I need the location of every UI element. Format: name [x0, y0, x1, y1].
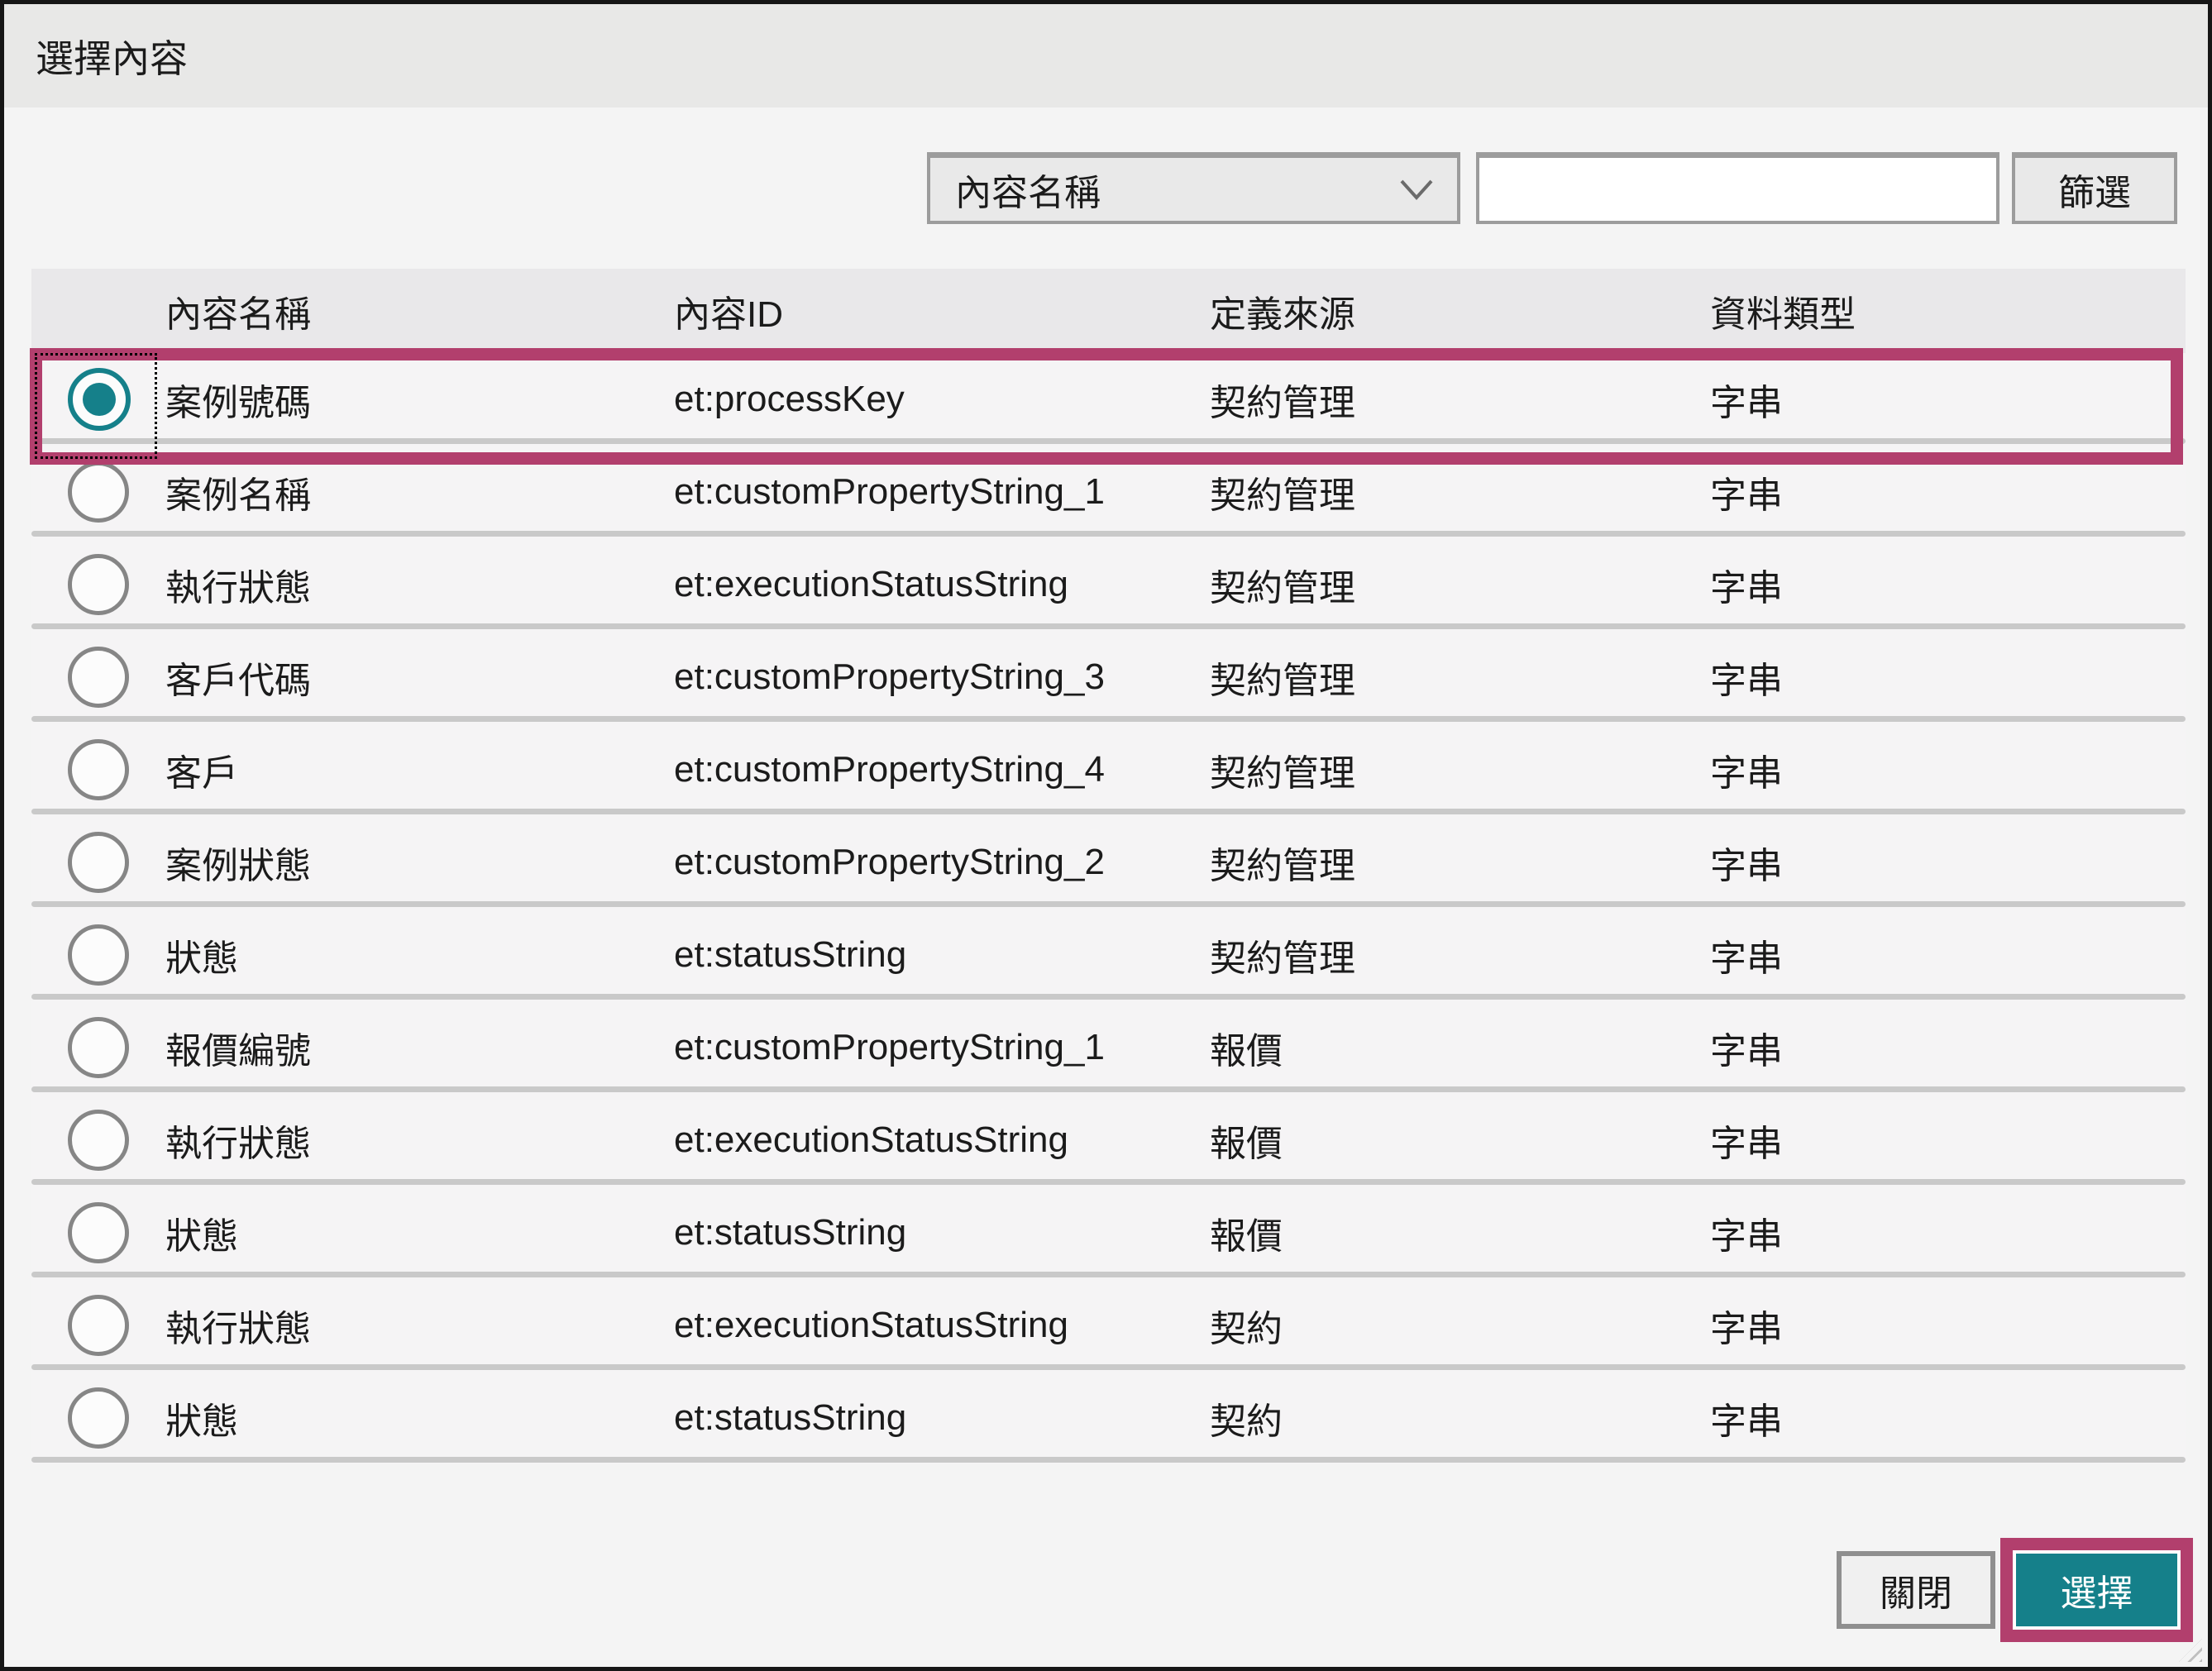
row-cell-source: 契約: [1210, 1392, 1710, 1444]
column-header-type: 資料類型: [1710, 284, 2186, 337]
select-button[interactable]: 選擇: [2016, 1554, 2177, 1626]
column-header-name: 內容名稱: [165, 284, 674, 337]
row-cell-id: et:customPropertyString_1: [674, 1027, 1210, 1068]
filter-button[interactable]: 篩選: [2012, 152, 2177, 224]
row-cell-type: 字串: [1710, 929, 2186, 981]
row-cell-source: 契約管理: [1210, 651, 1710, 704]
table-header-row: 內容名稱 內容ID 定義來源 資料類型: [31, 269, 2186, 353]
row-cell-name: 案例名稱: [165, 465, 674, 518]
row-cell-source: 契約管理: [1210, 373, 1710, 426]
table-body: 案例號碼 et:processKey 契約管理 字串 案例名稱 et:custo…: [31, 353, 2186, 1464]
row-cell-type: 字串: [1710, 558, 2186, 611]
table-row[interactable]: 客戶 et:customPropertyString_4 契約管理 字串: [31, 723, 2186, 816]
row-cell-id: et:customPropertyString_4: [674, 749, 1210, 790]
row-cell-name: 報價編號: [165, 1021, 674, 1074]
row-cell-type: 字串: [1710, 743, 2186, 796]
table-row[interactable]: 案例狀態 et:customPropertyString_2 契約管理 字串: [31, 816, 2186, 909]
resize-grip[interactable]: [2179, 1639, 2202, 1662]
dialog-titlebar: 選擇內容: [4, 4, 2208, 107]
table-row[interactable]: 狀態 et:statusString 報價 字串: [31, 1186, 2186, 1279]
content-table: 內容名稱 內容ID 定義來源 資料類型 案例號碼 et:processKey 契…: [31, 269, 2186, 1464]
table-row[interactable]: 報價編號 et:customPropertyString_1 報價 字串: [31, 1001, 2186, 1094]
row-cell-name: 狀態: [165, 929, 674, 981]
select-content-dialog: 選擇內容 內容名稱 篩選 內容名稱 內容ID 定義來源 資料類型 案例號碼 et…: [0, 0, 2212, 1671]
row-cell-source: 契約管理: [1210, 836, 1710, 889]
row-radio[interactable]: [68, 1387, 129, 1449]
filter-field-dropdown[interactable]: 內容名稱: [927, 152, 1460, 224]
row-cell-name: 執行狀態: [165, 1114, 674, 1167]
page-title: 選擇內容: [36, 29, 188, 84]
row-cell-name: 案例狀態: [165, 836, 674, 889]
table-row[interactable]: 執行狀態 et:executionStatusString 契約管理 字串: [31, 538, 2186, 631]
row-cell-id: et:customPropertyString_2: [674, 842, 1210, 883]
row-cell-name: 狀態: [165, 1206, 674, 1259]
row-cell-type: 字串: [1710, 373, 2186, 426]
row-radio[interactable]: [68, 1295, 129, 1356]
select-button-annotation: 選擇: [2000, 1538, 2193, 1642]
row-radio[interactable]: [68, 1017, 129, 1078]
row-cell-type: 字串: [1710, 1392, 2186, 1444]
row-cell-source: 報價: [1210, 1206, 1710, 1259]
table-row[interactable]: 執行狀態 et:executionStatusString 契約 字串: [31, 1279, 2186, 1372]
table-row[interactable]: 客戶代碼 et:customPropertyString_3 契約管理 字串: [31, 631, 2186, 723]
row-cell-source: 契約: [1210, 1299, 1710, 1352]
row-radio[interactable]: [68, 461, 129, 523]
row-cell-name: 客戶: [165, 743, 674, 796]
row-cell-source: 契約管理: [1210, 929, 1710, 981]
row-cell-type: 字串: [1710, 1299, 2186, 1352]
row-cell-type: 字串: [1710, 465, 2186, 518]
row-radio[interactable]: [68, 368, 131, 431]
row-cell-id: et:executionStatusString: [674, 1120, 1210, 1161]
row-cell-name: 案例號碼: [165, 373, 674, 426]
row-radio[interactable]: [68, 647, 129, 708]
table-row[interactable]: 案例號碼 et:processKey 契約管理 字串: [31, 353, 2186, 446]
row-cell-type: 字串: [1710, 836, 2186, 889]
row-radio[interactable]: [68, 739, 129, 800]
close-button[interactable]: 關閉: [1837, 1551, 1995, 1629]
column-header-id: 內容ID: [674, 284, 1210, 337]
table-row[interactable]: 執行狀態 et:executionStatusString 報價 字串: [31, 1094, 2186, 1186]
filter-value-input[interactable]: [1476, 152, 1999, 224]
row-cell-source: 報價: [1210, 1114, 1710, 1167]
table-row[interactable]: 案例名稱 et:customPropertyString_1 契約管理 字串: [31, 446, 2186, 538]
row-cell-source: 契約管理: [1210, 465, 1710, 518]
row-cell-id: et:customPropertyString_1: [674, 471, 1210, 513]
table-row[interactable]: 狀態 et:statusString 契約 字串: [31, 1372, 2186, 1464]
row-cell-source: 報價: [1210, 1021, 1710, 1074]
row-cell-id: et:statusString: [674, 1397, 1210, 1439]
row-cell-id: et:executionStatusString: [674, 564, 1210, 605]
row-radio[interactable]: [68, 1110, 129, 1171]
filter-field-selected-value: 內容名稱: [955, 163, 1101, 216]
row-cell-name: 執行狀態: [165, 558, 674, 611]
row-cell-type: 字串: [1710, 1114, 2186, 1167]
row-radio[interactable]: [68, 1202, 129, 1263]
row-cell-type: 字串: [1710, 1021, 2186, 1074]
row-cell-id: et:statusString: [674, 1212, 1210, 1253]
column-header-source: 定義來源: [1210, 284, 1710, 337]
chevron-down-icon: [1399, 179, 1434, 200]
row-cell-name: 狀態: [165, 1392, 674, 1444]
row-cell-id: et:statusString: [674, 934, 1210, 976]
table-row[interactable]: 狀態 et:statusString 契約管理 字串: [31, 909, 2186, 1001]
row-cell-type: 字串: [1710, 651, 2186, 704]
row-radio[interactable]: [68, 554, 129, 615]
row-cell-source: 契約管理: [1210, 743, 1710, 796]
row-cell-name: 客戶代碼: [165, 651, 674, 704]
row-cell-id: et:executionStatusString: [674, 1305, 1210, 1346]
row-cell-type: 字串: [1710, 1206, 2186, 1259]
row-radio[interactable]: [68, 832, 129, 893]
row-cell-id: et:processKey: [674, 379, 1210, 420]
row-radio[interactable]: [68, 924, 129, 986]
row-cell-id: et:customPropertyString_3: [674, 656, 1210, 698]
row-cell-source: 契約管理: [1210, 558, 1710, 611]
row-cell-name: 執行狀態: [165, 1299, 674, 1352]
